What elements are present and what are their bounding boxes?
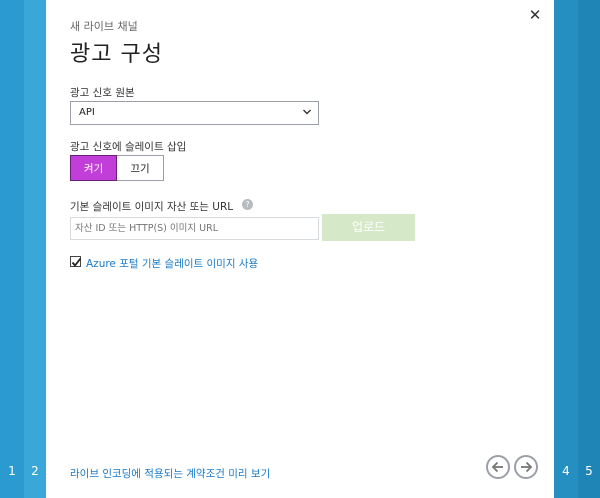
page-title: 광고 구성 bbox=[70, 42, 163, 67]
source-label: 광고 신호 원본 bbox=[70, 87, 135, 99]
step-number-5: 5 bbox=[585, 464, 593, 478]
dialog-subtitle: 새 라이브 채널 bbox=[70, 20, 138, 33]
arrow-left-icon bbox=[491, 461, 503, 473]
toggle-on-button[interactable]: 켜기 bbox=[70, 155, 117, 181]
slate-insert-toggle: 켜기 끄기 bbox=[70, 155, 164, 181]
step-number-2: 2 bbox=[31, 464, 39, 478]
use-default-label[interactable]: Azure 포털 기본 슬레이트 이미지 사용 bbox=[86, 256, 258, 271]
wizard-step-4[interactable]: 4 bbox=[554, 0, 578, 498]
use-default-checkbox[interactable] bbox=[70, 256, 82, 267]
arrow-right-icon bbox=[521, 461, 533, 473]
upload-button[interactable]: 업로드 bbox=[322, 214, 415, 241]
toggle-off-button[interactable]: 끄기 bbox=[117, 155, 164, 181]
step-number-4: 4 bbox=[562, 464, 570, 478]
slate-url-input[interactable] bbox=[70, 217, 319, 240]
chevron-down-icon bbox=[303, 109, 311, 115]
back-button[interactable] bbox=[486, 455, 510, 479]
slate-insert-label: 광고 신호에 슬레이트 삽입 bbox=[70, 141, 187, 153]
close-icon[interactable]: ✕ bbox=[526, 6, 544, 24]
checkmark-icon bbox=[71, 257, 82, 267]
step-number-1: 1 bbox=[8, 464, 16, 478]
wizard-step-5[interactable]: 5 bbox=[578, 0, 600, 498]
source-select-value: API bbox=[79, 107, 95, 118]
help-icon[interactable]: ? bbox=[242, 199, 253, 210]
wizard-step-2[interactable]: 2 bbox=[24, 0, 46, 498]
source-select[interactable]: API bbox=[70, 101, 319, 125]
terms-preview-link[interactable]: 라이브 인코딩에 적용되는 계약조건 미리 보기 bbox=[70, 466, 270, 481]
next-button[interactable] bbox=[514, 455, 538, 479]
dialog: ✕ 새 라이브 채널 광고 구성 광고 신호 원본 API 광고 신호에 슬레이… bbox=[46, 0, 554, 498]
wizard-step-1[interactable]: 1 bbox=[0, 0, 24, 498]
slate-url-label: 기본 슬레이트 이미지 자산 또는 URL bbox=[70, 201, 234, 213]
